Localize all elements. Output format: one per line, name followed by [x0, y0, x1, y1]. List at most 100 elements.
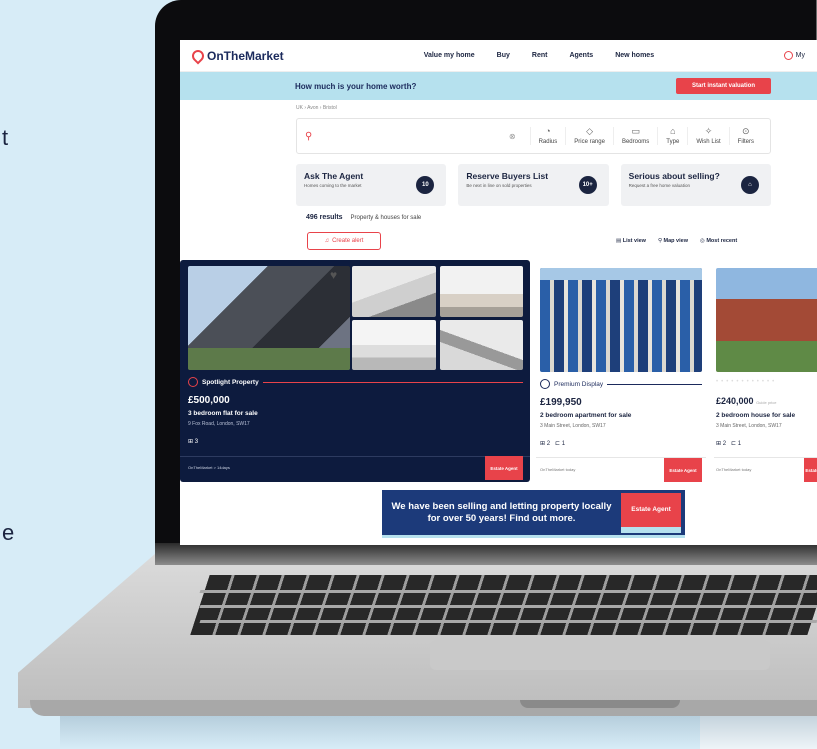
listing-meta: OnTheMarket > 14days [188, 465, 230, 470]
background-text-fragment: t [2, 125, 9, 150]
laptop-shadow [60, 716, 817, 749]
spotlight-listing-card[interactable]: ♥ Spotlight Property £500,000 3 bedroom … [180, 260, 530, 482]
spotlight-ring-icon [188, 377, 198, 387]
valuation-bar: How much is your home worth? Start insta… [180, 72, 817, 100]
baths-count: 1 [737, 441, 742, 447]
listing-title[interactable]: 3 bedroom flat for sale [188, 410, 258, 417]
user-icon [783, 51, 793, 60]
filter-label: Bedrooms [621, 139, 650, 145]
breadcrumb[interactable]: UK › Avon › Bristol [296, 105, 817, 111]
start-valuation-button[interactable]: Start instant valuation [675, 78, 771, 94]
listing-meta: OnTheMarket today [716, 467, 752, 472]
location-pin-icon [189, 47, 207, 64]
filter-price-range[interactable]: ◇ Price range [565, 127, 613, 145]
results-summary: 496 results Property & houses for sale [306, 214, 421, 221]
create-alert-button[interactable]: ♫ Create alert [307, 232, 381, 250]
view-tools: ▤ List view ⚲ Map view ◎ Most recent [616, 238, 737, 244]
keyboard-row-gap [199, 605, 817, 608]
price-tag-icon: ◇ [586, 126, 594, 136]
banner-text: We have been selling and letting propert… [391, 501, 612, 524]
premium-label: Premium Display [540, 379, 702, 389]
card-placeholder-dots: •••••••••••• [716, 379, 778, 385]
price-qualifier: Guide price [756, 400, 777, 405]
filter-wish-list[interactable]: ✧ Wish List [687, 127, 728, 145]
sort-button[interactable]: ◎ Most recent [700, 238, 737, 244]
premium-listing-card[interactable]: Premium Display £199,950 2 bedroom apart… [536, 262, 706, 482]
bell-icon: ♫ [324, 238, 330, 244]
clear-search-icon[interactable]: ⊗ [509, 132, 516, 141]
list-view-label: List view [622, 238, 646, 244]
listing-photo-main[interactable] [716, 268, 817, 372]
sort-label: Most recent [706, 238, 738, 244]
promo-reserve-buyers-list[interactable]: Reserve Buyers List Be next in line on s… [458, 164, 609, 206]
listing-price: £240,000 Guide price [716, 396, 777, 406]
listing-photo-main[interactable] [188, 266, 350, 370]
listing-card[interactable]: •••••••••••• £240,000 Guide price 2 bedr… [714, 262, 817, 482]
promo-badge: 10 [416, 176, 435, 194]
baths-count: 1 [561, 441, 566, 447]
agent-advert-banner[interactable]: We have been selling and letting propert… [382, 490, 685, 538]
promo-row: Ask The Agent Homes coming to the market… [296, 164, 771, 206]
search-bar[interactable]: ⚲ ⊗ ◔ Radius ◇ Price range ▭ Bedrooms ⌂ … [296, 118, 771, 154]
card-divider [180, 456, 530, 457]
spotlight-label-text: Spotlight Property [202, 378, 259, 386]
valuation-icon: ⌂ [740, 176, 759, 194]
filter-bedrooms[interactable]: ▭ Bedrooms [612, 127, 657, 145]
bath-icon: ⊏ [555, 441, 562, 447]
filter-type[interactable]: ⌂ Type [657, 127, 687, 145]
listing-meta: OnTheMarket today [540, 467, 576, 472]
keyboard-row-gap [199, 590, 817, 593]
nav-agents[interactable]: Agents [569, 52, 593, 59]
listing-address: 3 Main Street, London, SW17 [716, 423, 782, 429]
listing-address: 9 Fox Road, London, SW17 [188, 421, 250, 427]
nav-new-homes[interactable]: New homes [615, 52, 654, 59]
promo-ask-the-agent[interactable]: Ask The Agent Homes coming to the market… [296, 164, 447, 206]
listing-photo[interactable] [440, 266, 523, 317]
beds-count: 3 [194, 439, 199, 445]
valuation-question: How much is your home worth? [295, 81, 417, 91]
listing-features: ⊞ 2 ⊏ 1 [716, 440, 741, 447]
main-nav: Value my home Buy Rent Agents New homes [424, 52, 654, 59]
background-text-fragment: e [2, 520, 15, 545]
filter-label: Price range [574, 139, 605, 145]
listing-title[interactable]: 2 bedroom apartment for sale [540, 412, 631, 419]
listing-photo[interactable] [440, 320, 523, 370]
results-label: Property & houses for sale [350, 215, 422, 221]
bed-icon: ⊞ [716, 441, 723, 447]
price-value: £240,000 [716, 396, 754, 406]
nav-buy[interactable]: Buy [497, 52, 510, 59]
heart-icon[interactable]: ♥ [330, 268, 337, 282]
listing-beds: ⊞ 3 [188, 438, 198, 445]
logo-text: OnTheMarket [207, 48, 284, 63]
laptop-hinge [155, 543, 817, 565]
nav-rent[interactable]: Rent [532, 52, 548, 59]
list-icon: ▤ [616, 238, 623, 244]
filter-radius[interactable]: ◔ Radius [529, 126, 566, 145]
listing-photo-main[interactable] [540, 268, 702, 372]
beds-count: 2 [546, 441, 551, 447]
filter-label: Radius [538, 139, 558, 145]
results-count: 496 results [306, 214, 343, 221]
my-account-link[interactable]: My [783, 51, 805, 60]
listing-photo[interactable] [352, 266, 436, 317]
map-view-button[interactable]: ⚲ Map view [658, 238, 688, 244]
agent-logo[interactable]: Estate Agent [664, 458, 702, 482]
agent-logo[interactable]: Estate Agent [804, 458, 817, 482]
nav-value-my-home[interactable]: Value my home [424, 52, 475, 59]
list-view-button[interactable]: ▤ List view [616, 238, 646, 244]
agent-logo[interactable]: Estate Agent [485, 456, 523, 480]
promo-badge: 10+ [578, 176, 597, 194]
site-header: OnTheMarket Value my home Buy Rent Agent… [180, 40, 817, 72]
filter-label: Type [666, 139, 680, 145]
banner-agent-logo[interactable]: Estate Agent [621, 492, 681, 533]
site-logo[interactable]: OnTheMarket [189, 47, 284, 64]
home-icon: ⌂ [670, 126, 676, 136]
promo-serious-about-selling[interactable]: Serious about selling? Request a free ho… [620, 164, 771, 206]
my-account-label: My [795, 52, 805, 59]
map-view-label: Map view [663, 238, 688, 244]
listing-photo[interactable] [352, 320, 436, 370]
spotlight-label: Spotlight Property [188, 377, 523, 387]
filter-filters[interactable]: ⊙ Filters [728, 127, 762, 145]
listing-title[interactable]: 2 bedroom house for sale [716, 412, 795, 419]
radius-icon: ◔ [545, 126, 551, 136]
